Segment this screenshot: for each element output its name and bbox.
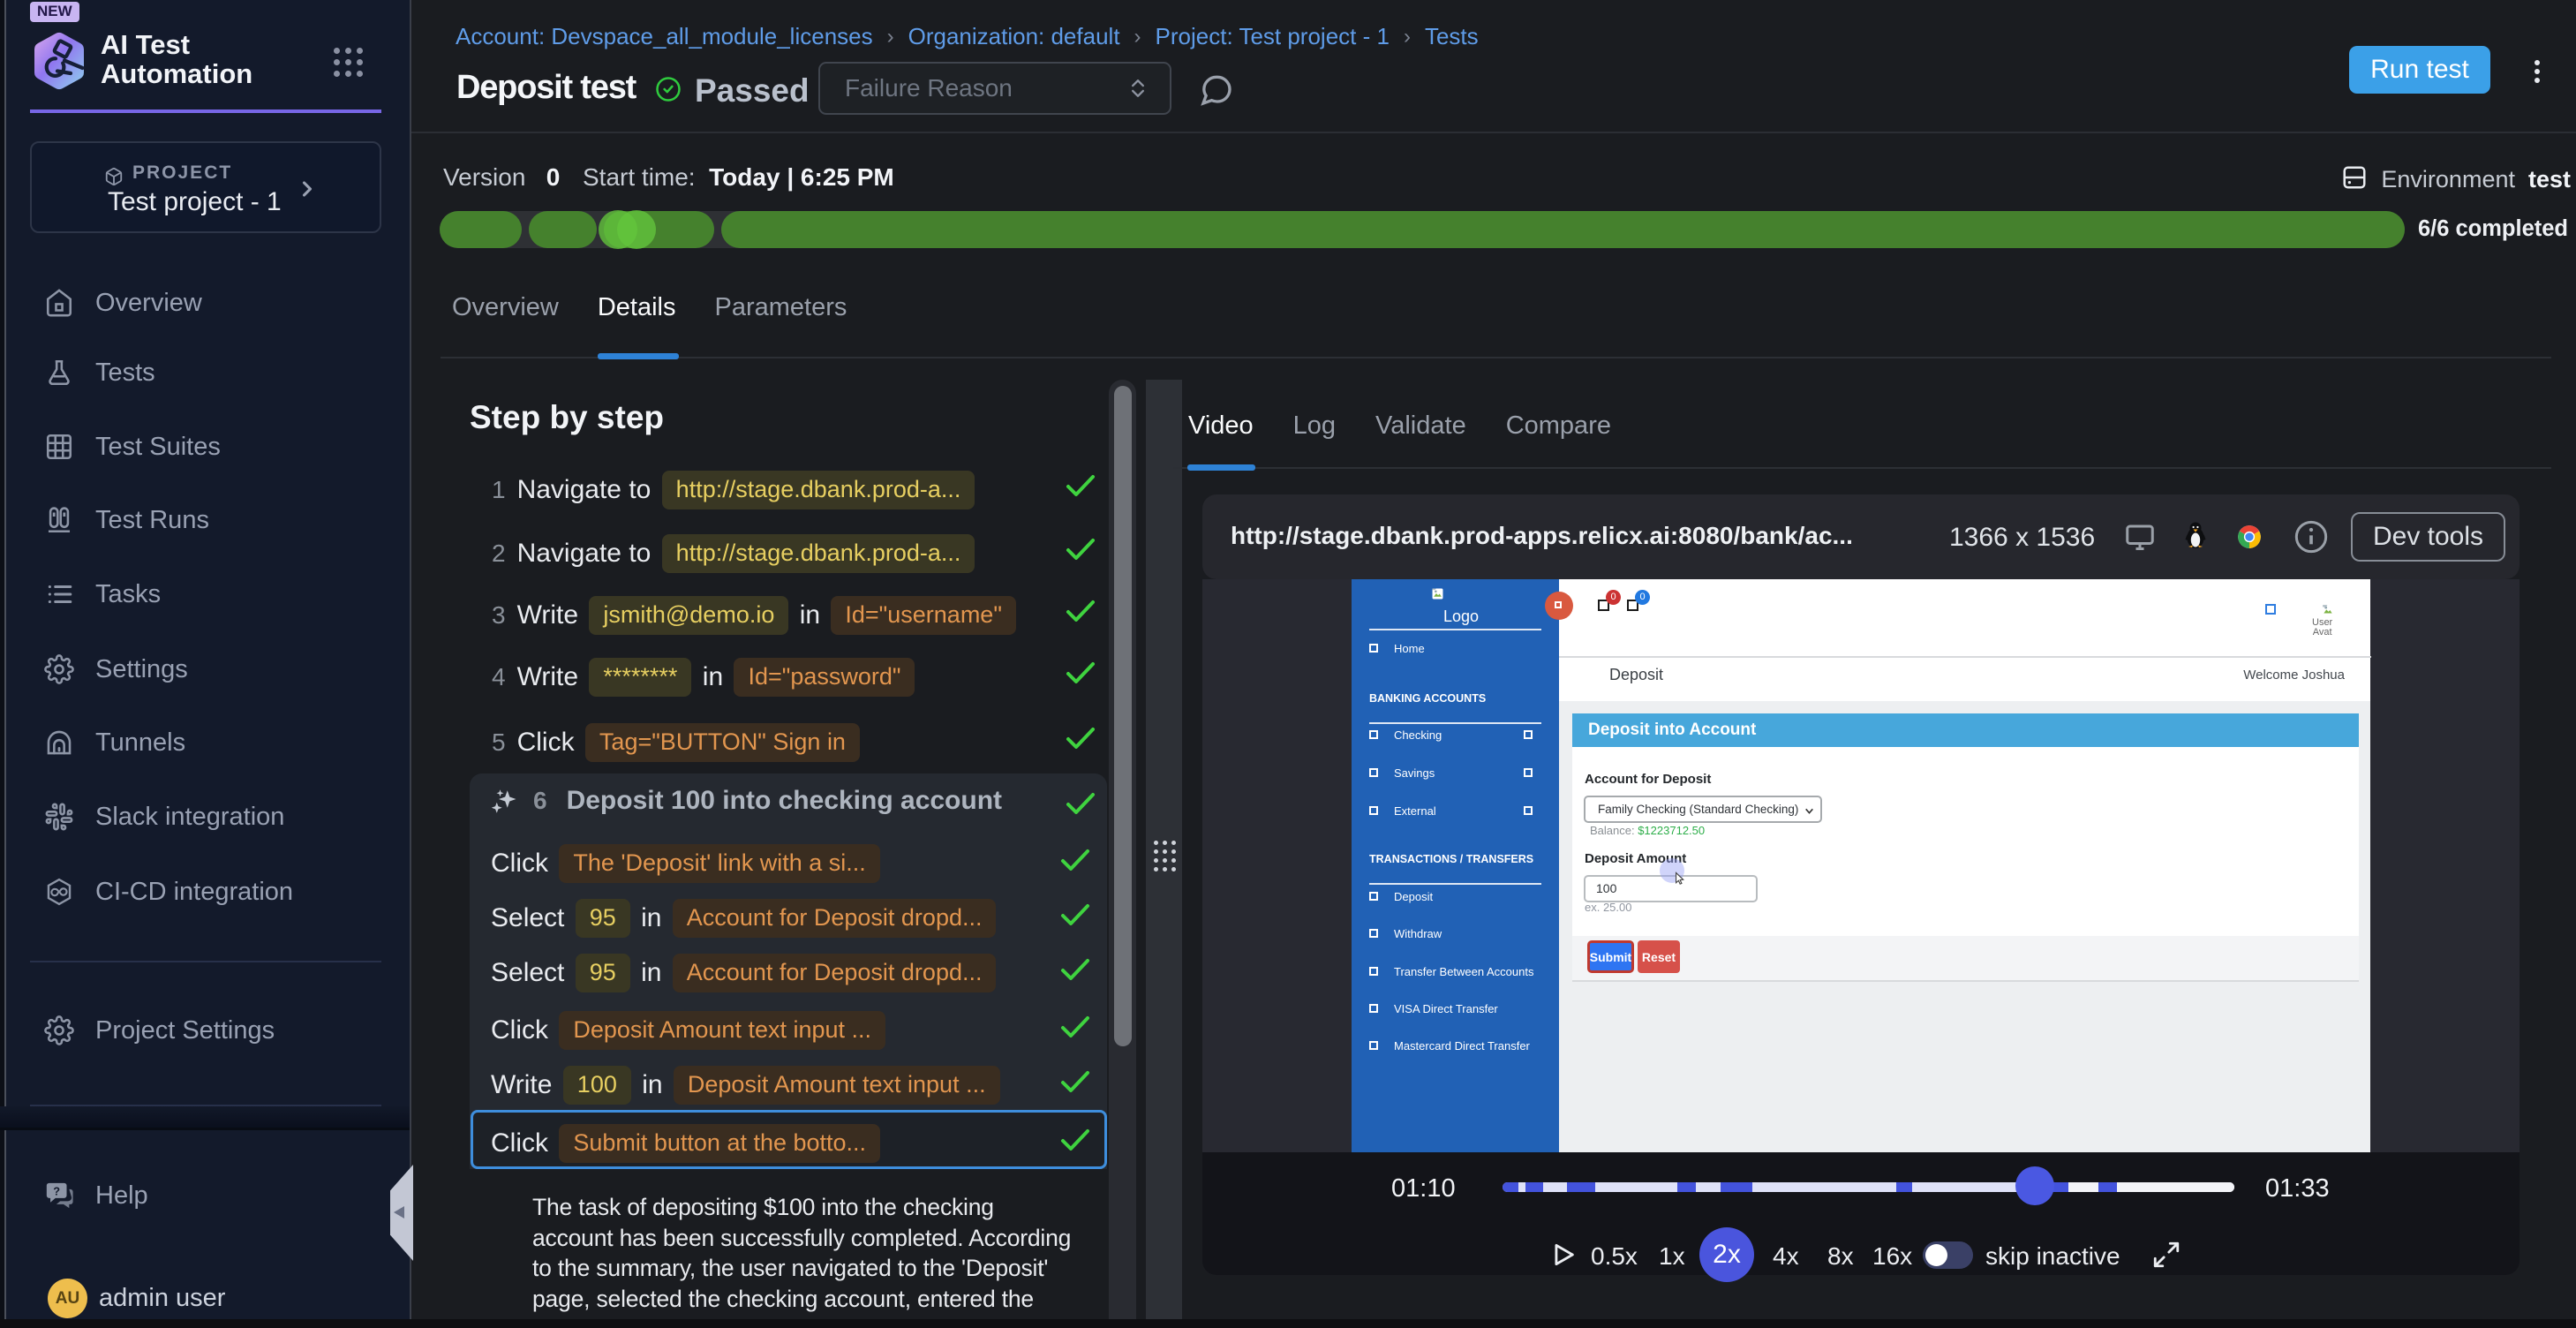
svg-text:?: ? [53,1184,60,1197]
